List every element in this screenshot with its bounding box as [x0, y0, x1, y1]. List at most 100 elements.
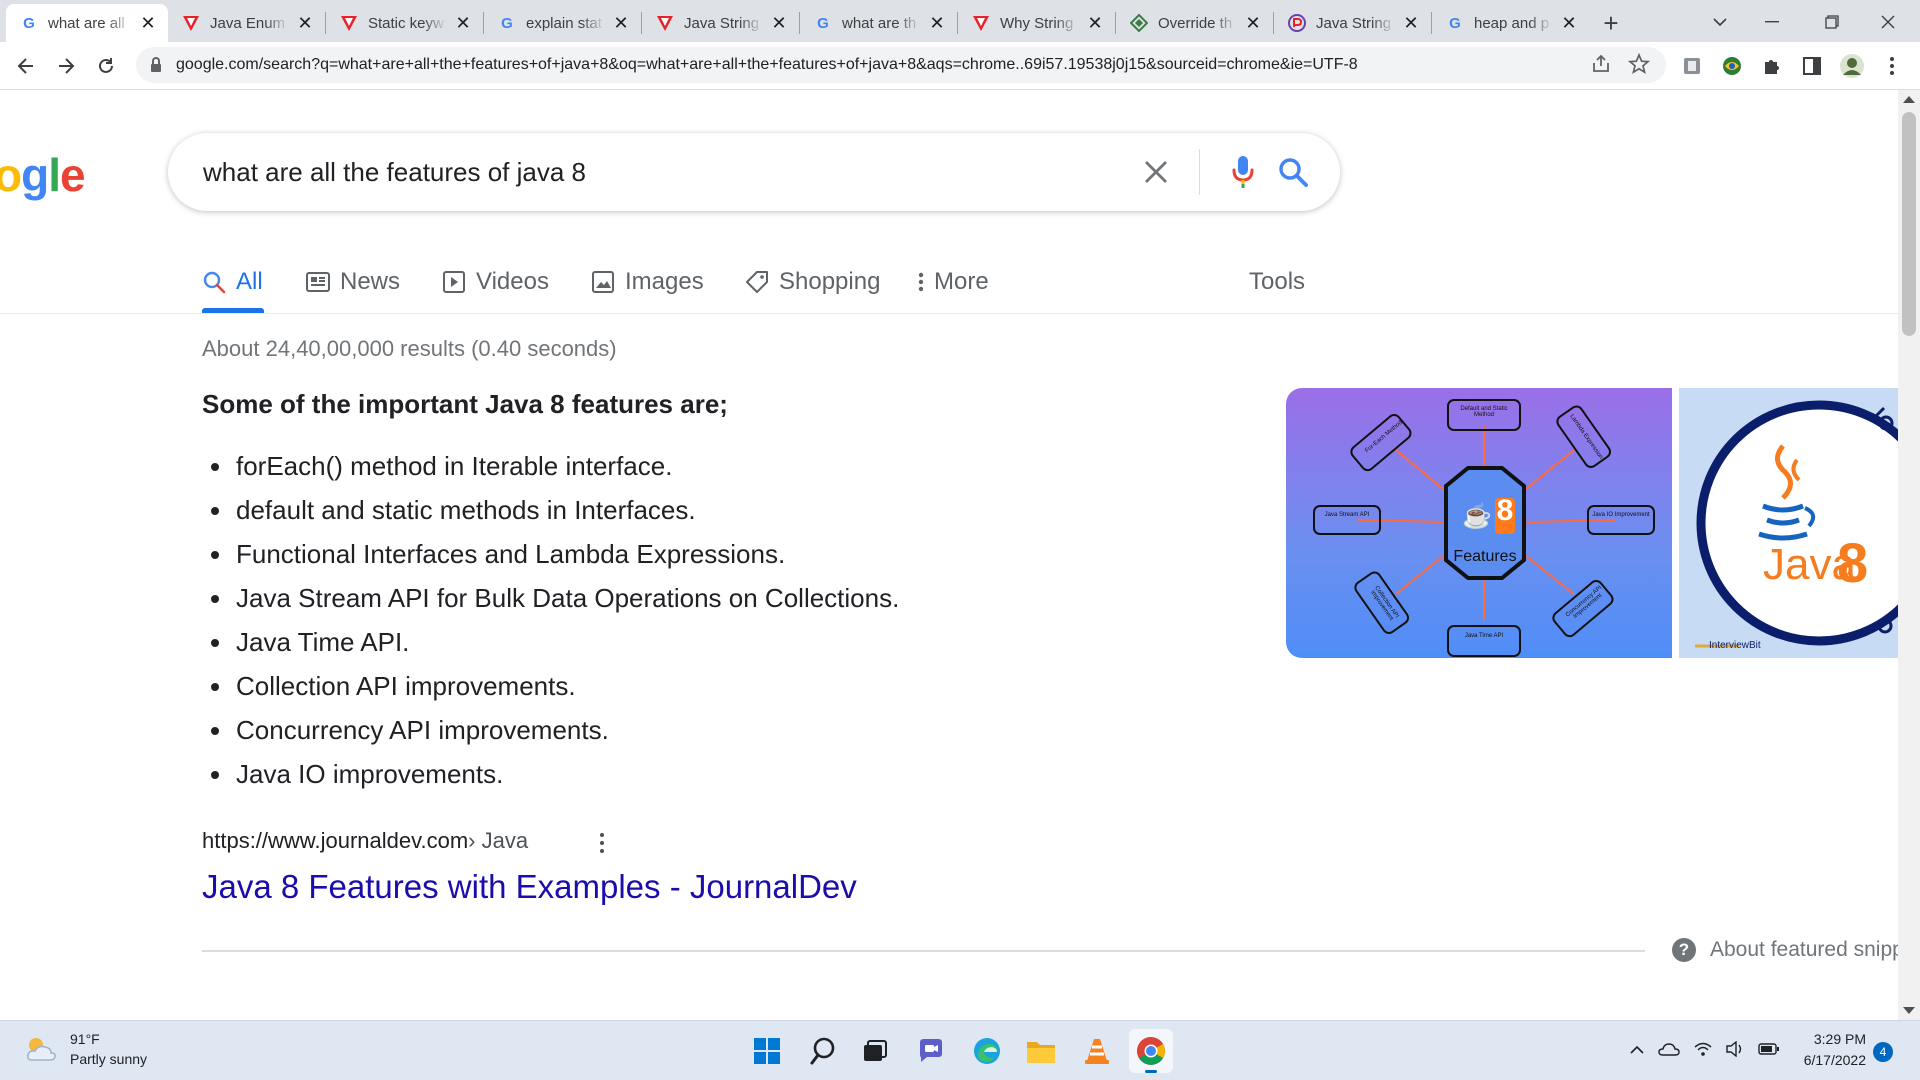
v-icon [656, 14, 674, 32]
onedrive-icon[interactable] [1658, 1042, 1680, 1061]
taskbar-search[interactable] [801, 1029, 845, 1073]
google-logo[interactable]: ogle ogle [0, 148, 91, 202]
tag-icon [746, 271, 768, 293]
browser-tab[interactable]: G heap and p ✕ [1432, 4, 1589, 42]
new-tab-icon[interactable]: + [1596, 8, 1626, 38]
clock-time: 3:29 PM [1813, 1031, 1866, 1047]
scrollbar-thumb[interactable] [1902, 112, 1916, 336]
avatar[interactable] [1836, 50, 1868, 82]
tab-news[interactable]: News [306, 262, 400, 302]
close-tab-icon[interactable]: ✕ [1401, 13, 1421, 33]
tab-search-icon[interactable] [1706, 8, 1734, 36]
browser-tab[interactable]: Override th ✕ [1116, 4, 1273, 42]
diamond-icon [1130, 14, 1148, 32]
bookmark-star-icon[interactable] [1627, 52, 1651, 80]
list-item: Java IO improvements. [202, 752, 899, 796]
volume-icon[interactable] [1726, 1040, 1744, 1062]
tab-title: what are th [842, 14, 917, 32]
close-tab-icon[interactable]: ✕ [295, 13, 315, 33]
task-view[interactable] [853, 1029, 897, 1073]
tab-videos[interactable]: Videos [442, 262, 549, 302]
browser-tab[interactable]: Why String ✕ [958, 4, 1115, 42]
google-icon: G [817, 14, 829, 32]
file-explorer[interactable] [1019, 1029, 1063, 1073]
close-window-icon[interactable] [1874, 8, 1902, 36]
result-image[interactable]: Java 8 InterviewBit [1679, 388, 1899, 658]
weather-widget[interactable]: 91°F Partly sunny [24, 1029, 147, 1069]
search-input[interactable]: what are all the features of java 8 [203, 157, 1131, 188]
news-icon [306, 272, 330, 292]
close-tab-icon[interactable]: ✕ [611, 13, 631, 33]
result-title-link[interactable]: Java 8 Features with Examples - JournalD… [202, 868, 857, 906]
feature-list: forEach() method in Iterable interface. … [202, 444, 899, 796]
tools-button[interactable]: Tools [1249, 262, 1305, 302]
extension-icon[interactable] [1676, 50, 1708, 82]
close-tab-icon[interactable]: ✕ [927, 13, 947, 33]
list-item: default and static methods in Interfaces… [202, 488, 899, 532]
minimize-icon[interactable] [1758, 8, 1786, 36]
address-bar[interactable]: google.com/search?q=what+are+all+the+fea… [136, 47, 1666, 83]
share-icon[interactable] [1590, 53, 1612, 80]
scroll-up-icon[interactable] [1903, 96, 1915, 103]
edge-app[interactable] [965, 1029, 1009, 1073]
wifi-icon[interactable] [1694, 1041, 1712, 1062]
reload-icon[interactable] [90, 50, 122, 82]
chevron-up-icon[interactable] [1630, 1042, 1644, 1060]
battery-icon[interactable] [1758, 1042, 1780, 1060]
puzzle-icon[interactable] [1756, 50, 1788, 82]
tab-title: explain stat [526, 14, 602, 32]
scroll-down-icon[interactable] [1903, 1007, 1915, 1014]
close-tab-icon[interactable]: ✕ [453, 13, 473, 33]
tab-label: More [934, 268, 989, 295]
clear-icon[interactable] [1131, 147, 1181, 197]
tab-label: News [340, 268, 401, 295]
tab-more[interactable]: More [918, 262, 989, 302]
image-icon [592, 271, 614, 293]
search-tabs: All News Videos Images Shopping More Too… [0, 250, 1920, 314]
side-panel-icon[interactable] [1796, 50, 1828, 82]
teams-chat[interactable] [909, 1029, 953, 1073]
close-tab-icon[interactable]: ✕ [769, 13, 789, 33]
windows-icon [754, 1038, 780, 1064]
tab-all[interactable]: All [202, 262, 263, 302]
chrome-app[interactable] [1129, 1029, 1173, 1073]
browser-tab[interactable]: Java String ✕ [1274, 4, 1431, 42]
close-tab-icon[interactable]: ✕ [1085, 13, 1105, 33]
weather-desc: Partly sunny [70, 1051, 148, 1067]
extension-icon[interactable] [1716, 50, 1748, 82]
close-tab-icon[interactable]: ✕ [1559, 13, 1579, 33]
start-button[interactable] [745, 1029, 789, 1073]
tab-images[interactable]: Images [591, 262, 704, 302]
vlc-app[interactable] [1075, 1029, 1119, 1073]
result-menu-icon[interactable] [592, 828, 612, 858]
back-icon[interactable] [10, 50, 42, 82]
clock[interactable]: 3:29 PM 6/17/2022 [1790, 1029, 1866, 1071]
list-item: Java Stream API for Bulk Data Operations… [202, 576, 899, 620]
chrome-menu-icon[interactable] [1876, 50, 1908, 82]
tab-title: what are all [48, 14, 125, 32]
result-citation[interactable]: https://www.journaldev.com › Java [202, 828, 528, 854]
search-box[interactable]: what are all the features of java 8 [168, 133, 1340, 211]
browser-tab[interactable]: G explain stat ✕ [484, 4, 641, 42]
notification-badge[interactable]: 4 [1873, 1042, 1893, 1062]
close-tab-icon[interactable]: ✕ [1243, 13, 1263, 33]
tab-shopping[interactable]: Shopping [745, 262, 880, 302]
forward-icon[interactable] [50, 50, 82, 82]
active-app-indicator [1145, 1070, 1157, 1073]
list-item: Concurrency API improvements. [202, 708, 899, 752]
browser-tab[interactable]: Java String ✕ [642, 4, 799, 42]
microphone-icon[interactable] [1218, 147, 1268, 197]
restore-icon[interactable] [1818, 8, 1846, 36]
browser-tab[interactable]: G what are th ✕ [800, 4, 957, 42]
about-featured-snippets[interactable]: ? About featured snipp [1672, 938, 1904, 962]
result-image[interactable]: 8 ☕ Features Default and Static Method L… [1286, 388, 1672, 658]
search-icon[interactable] [1268, 147, 1318, 197]
browser-tab[interactable]: Static keyw ✕ [326, 4, 483, 42]
lock-icon[interactable] [150, 57, 162, 78]
close-tab-icon[interactable]: ✕ [138, 13, 158, 33]
chat-icon [920, 1039, 942, 1062]
page-scrollbar[interactable] [1898, 90, 1920, 1020]
cite-breadcrumb: › Java [468, 828, 529, 853]
browser-tab[interactable]: Java Enum ✕ [168, 4, 325, 42]
browser-tab[interactable]: G what are all ✕ [6, 4, 168, 42]
